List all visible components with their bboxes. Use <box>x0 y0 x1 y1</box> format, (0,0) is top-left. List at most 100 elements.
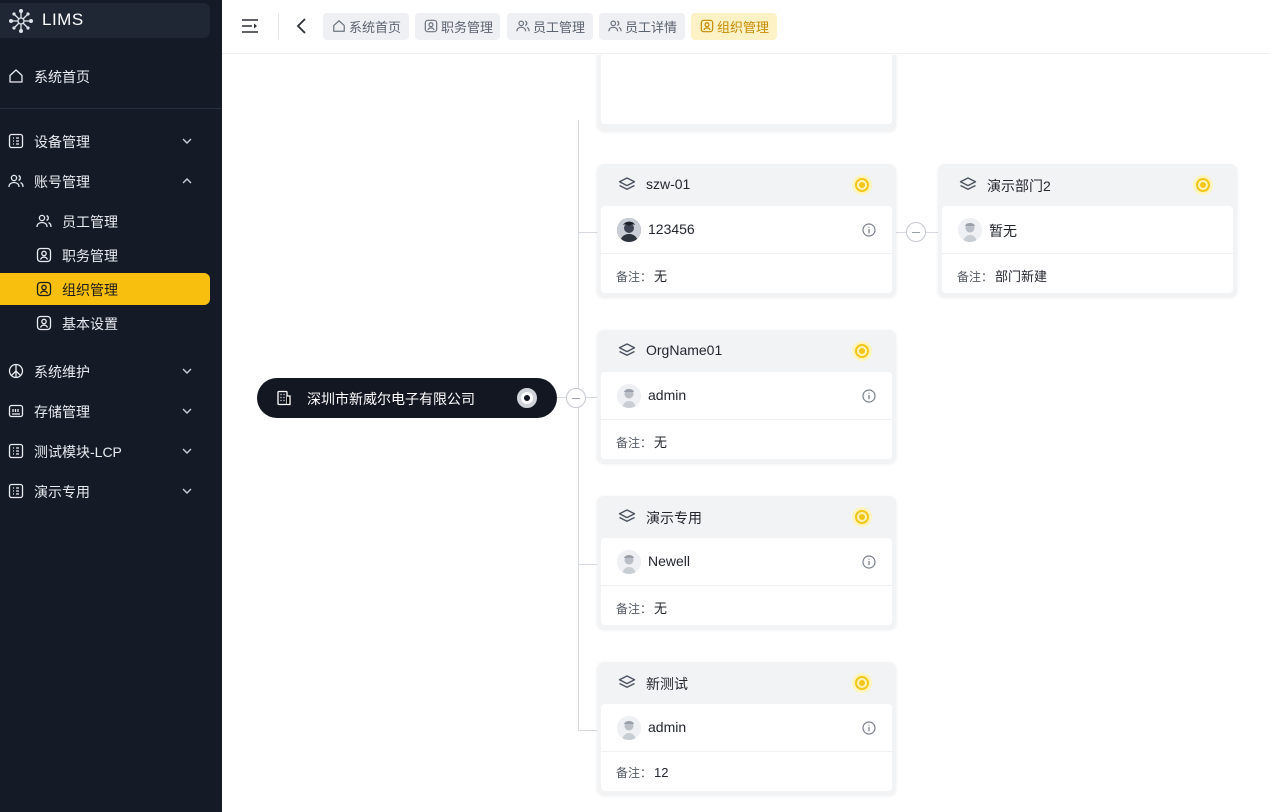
sidebar-group-test-lcp[interactable]: 测试模块-LCP <box>0 435 222 467</box>
remark-label: 备注： <box>616 436 653 450</box>
org-card-demo-use[interactable]: 演示专用 Newell 备注：无 <box>597 496 896 629</box>
remark-value: 无 <box>654 269 668 284</box>
org-card-body: 暂无 备注： 部门新建 <box>942 206 1233 293</box>
chevron-down-icon <box>182 448 192 454</box>
users-icon <box>8 174 24 188</box>
org-card-title: 演示专用 <box>646 510 702 526</box>
connector-line <box>578 232 597 233</box>
target-icon[interactable] <box>852 341 872 361</box>
chevron-down-icon <box>182 138 192 144</box>
sidebar-item-position[interactable]: 职务管理 <box>0 239 222 271</box>
sidebar-item-label: 系统首页 <box>34 69 90 85</box>
sidebar-group-demo[interactable]: 演示专用 <box>0 475 222 507</box>
sidebar-item-organization[interactable]: 组织管理 <box>0 273 210 305</box>
target-icon[interactable] <box>852 175 872 195</box>
network-logo-icon <box>9 9 33 33</box>
peace-icon <box>8 363 24 379</box>
sidebar-group-label: 测试模块-LCP <box>34 444 122 460</box>
org-card-remark: 备注：无 <box>616 432 667 451</box>
sidebar-group-label: 账号管理 <box>34 174 90 190</box>
avatar <box>617 384 641 408</box>
tab-organization[interactable]: 组织管理 <box>691 13 777 40</box>
layers-icon <box>618 177 636 190</box>
org-card-person: Newell <box>601 538 892 586</box>
collapse-toggle-root[interactable] <box>566 388 586 408</box>
sidebar-item-basic-settings[interactable]: 基本设置 <box>0 307 222 339</box>
target-icon[interactable] <box>1193 175 1213 195</box>
tab-label: 系统首页 <box>349 20 402 35</box>
sidebar-item-home[interactable]: 系统首页 <box>0 60 222 92</box>
org-card-orgname01[interactable]: OrgName01 admin 备注：无 <box>597 330 896 463</box>
org-card-body: admin 备注：无 <box>601 372 892 459</box>
users-icon <box>516 20 530 32</box>
grid-icon <box>8 133 24 149</box>
chevron-up-icon <box>182 178 192 184</box>
org-chart-canvas[interactable]: 深圳市新威尔电子有限公司 szw-01 123456 备注：无 演示部门2 暂无… <box>222 55 1269 812</box>
org-card-new-test[interactable]: 新测试 admin 备注： 12 <box>597 662 896 795</box>
tab-label: 职务管理 <box>441 20 494 35</box>
chevron-down-icon <box>182 368 192 374</box>
back-arrow-icon[interactable] <box>295 17 309 35</box>
org-card-partial[interactable] <box>597 55 896 131</box>
target-icon[interactable] <box>852 507 872 527</box>
info-icon[interactable] <box>862 223 876 237</box>
sidebar-item-employee[interactable]: 员工管理 <box>0 205 222 237</box>
org-card-demo-dept-2[interactable]: 演示部门2 暂无 备注： 部门新建 <box>938 164 1237 297</box>
layers-icon <box>618 509 636 522</box>
logo[interactable]: LIMS <box>0 3 210 38</box>
info-icon[interactable] <box>862 721 876 735</box>
remark-value: 无 <box>654 435 668 450</box>
org-card-title: OrgName01 <box>646 342 723 358</box>
sidebar: LIMS 系统首页 设备管理 账号管理 员工管理 职务管理 组织管理 基本设置 … <box>0 0 222 812</box>
collapse-toggle-szw-01[interactable] <box>906 222 926 242</box>
layers-icon <box>618 675 636 688</box>
sidebar-group-label: 设备管理 <box>34 134 90 150</box>
home-icon <box>333 20 345 32</box>
org-card-header: OrgName01 <box>597 330 896 372</box>
org-card-header: 新测试 <box>597 662 896 704</box>
remark-value: 无 <box>654 601 668 616</box>
chevron-down-icon <box>182 408 192 414</box>
avatar <box>617 550 641 574</box>
remark-value: 12 <box>654 765 669 780</box>
target-icon[interactable] <box>517 388 537 408</box>
org-card-remark: 备注：无 <box>616 266 667 285</box>
sidebar-item-label: 员工管理 <box>62 214 118 230</box>
org-card-person-name: 123456 <box>648 221 695 237</box>
sidebar-group-device[interactable]: 设备管理 <box>0 125 222 157</box>
sidebar-group-maintenance[interactable]: 系统维护 <box>0 355 222 387</box>
id-badge-icon <box>424 19 438 33</box>
sidebar-group-storage[interactable]: 存储管理 <box>0 395 222 427</box>
remark-label: 备注： <box>616 766 653 780</box>
org-card-person: admin <box>601 372 892 420</box>
layers-icon <box>618 343 636 356</box>
top-header: 系统首页 职务管理 员工管理 员工详情 组织管理 <box>222 0 1269 54</box>
org-card-person: admin <box>601 704 892 752</box>
org-card-person-name: admin <box>648 387 687 403</box>
id-badge-icon <box>36 247 52 263</box>
org-card-body <box>601 55 892 124</box>
tab-position[interactable]: 职务管理 <box>415 13 500 40</box>
org-card-header: szw-01 <box>597 164 896 206</box>
connector-line <box>578 730 597 731</box>
org-card-body: Newell 备注：无 <box>601 538 892 625</box>
info-icon[interactable] <box>862 555 876 569</box>
users-icon <box>608 20 622 32</box>
menu-fold-icon[interactable] <box>241 17 259 35</box>
org-card-remark: 备注： 12 <box>616 764 668 781</box>
remark-label: 备注： <box>616 270 653 284</box>
org-root-node[interactable]: 深圳市新威尔电子有限公司 <box>257 378 557 418</box>
org-card-body: 123456 备注：无 <box>601 206 892 293</box>
remark-value: 部门新建 <box>995 269 1048 284</box>
tab-home[interactable]: 系统首页 <box>323 13 409 40</box>
info-icon[interactable] <box>862 389 876 403</box>
tab-employee[interactable]: 员工管理 <box>507 13 593 40</box>
tab-employee-detail[interactable]: 员工详情 <box>599 13 685 40</box>
id-badge-icon <box>36 315 52 331</box>
org-card-szw-01[interactable]: szw-01 123456 备注：无 <box>597 164 896 297</box>
id-badge-icon <box>700 19 714 33</box>
target-icon[interactable] <box>852 673 872 693</box>
org-card-body: admin 备注： 12 <box>601 704 892 791</box>
building-icon <box>277 390 291 406</box>
sidebar-group-account[interactable]: 账号管理 <box>0 165 222 197</box>
